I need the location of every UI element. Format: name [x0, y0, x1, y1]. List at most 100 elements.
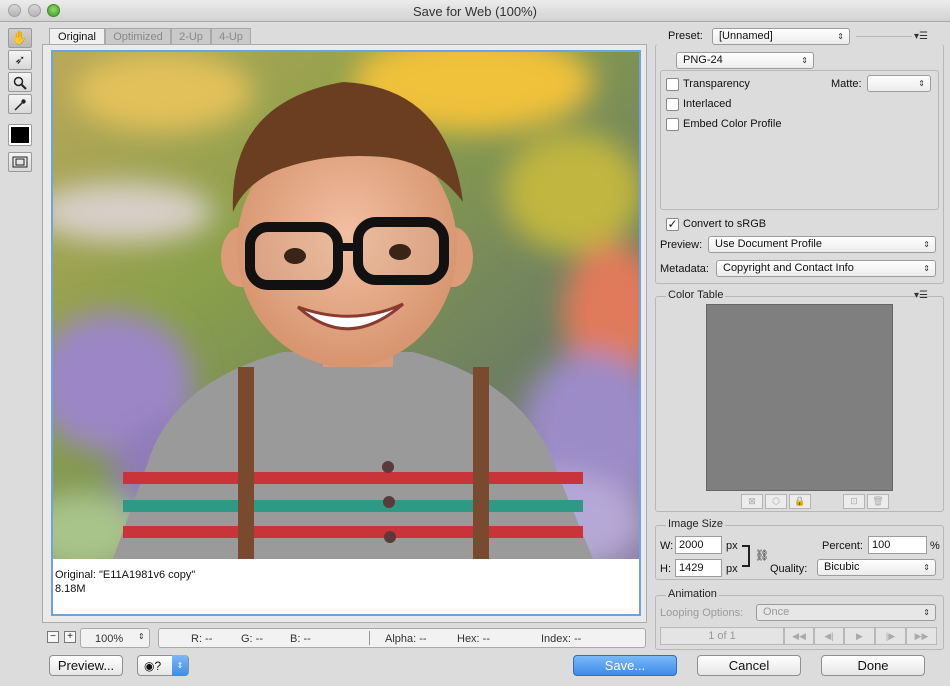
percent-unit: % [930, 540, 940, 552]
slice-select-icon: ➶ [14, 52, 26, 67]
eyedropper-tool[interactable] [8, 94, 32, 114]
play-button[interactable]: ▶ [844, 627, 875, 645]
index-value: Index: -- [541, 633, 582, 645]
zoom-out-button[interactable]: − [47, 631, 59, 643]
transparency-label: Transparency [683, 78, 750, 90]
hand-icon: ✋ [11, 30, 29, 45]
title-bar: Save for Web (100%) [0, 0, 950, 22]
add-color-button[interactable]: ⊡ [843, 494, 865, 509]
preview-button[interactable]: Preview... [49, 655, 123, 676]
toggle-slices-visibility[interactable] [8, 152, 32, 172]
minus-icon: − [50, 631, 56, 642]
zoom-tool[interactable] [8, 72, 32, 92]
height-unit: px [726, 563, 738, 575]
animation-label: Animation [666, 588, 719, 600]
checkmark-icon: ✓ [667, 217, 678, 231]
preview-profile-select[interactable]: Use Document Profile ⇕ [708, 236, 936, 253]
cube-icon: ⬡ [772, 496, 780, 506]
metadata-value: Copyright and Contact Info [723, 262, 854, 274]
previous-frame-button[interactable]: ◀| [814, 627, 844, 645]
hand-tool[interactable]: ✋ [8, 28, 32, 48]
image-info: Original: "E11A1981v6 copy" 8.18M [55, 568, 195, 596]
hex-value: Hex: -- [457, 633, 490, 645]
eyedropper-icon [14, 99, 26, 111]
stepper-icon: ⇕ [923, 608, 930, 617]
color-table-menu-icon[interactable]: ▾☰ [914, 290, 928, 301]
preview-browser-select[interactable]: ◉? ⇕ [137, 655, 189, 676]
tab-optimized[interactable]: Optimized [105, 28, 171, 44]
height-input[interactable]: 1429 [675, 559, 722, 577]
play-icon: ▶ [856, 631, 863, 641]
matte-select[interactable]: ⇕ [867, 75, 931, 92]
done-button[interactable]: Done [821, 655, 925, 676]
map-to-transparent-button[interactable]: ⊠ [741, 494, 763, 509]
color-table-toolbar: ⊠ ⬡ 🔒 ⊡ 🗑 [741, 494, 893, 509]
quality-value: Bicubic [824, 561, 860, 573]
last-frame-button[interactable]: ▶▶ [906, 627, 937, 645]
embed-color-profile-label: Embed Color Profile [683, 118, 782, 130]
looping-options-value: Once [763, 606, 790, 618]
next-frame-icon: |▶ [885, 631, 896, 641]
green-value: G: -- [241, 633, 263, 645]
color-swatch [11, 127, 29, 143]
cancel-button[interactable]: Cancel [697, 655, 801, 676]
link-icon[interactable]: ⛓ [755, 549, 769, 562]
image-file-size: 8.18M [55, 583, 86, 595]
convert-srgb-checkbox[interactable]: ✓ [666, 218, 679, 231]
file-format-select[interactable]: PNG-24 ⇕ [676, 52, 814, 69]
web-snap-button[interactable]: ⬡ [765, 494, 787, 509]
first-frame-icon: ◀◀ [792, 631, 806, 641]
magnifier-icon [13, 76, 27, 90]
metadata-label: Metadata: [660, 263, 709, 275]
metadata-select[interactable]: Copyright and Contact Info ⇕ [716, 260, 936, 277]
matte-label: Matte: [831, 78, 862, 90]
tab-4-up[interactable]: 4-Up [211, 28, 251, 44]
width-unit: px [726, 540, 738, 552]
save-button[interactable]: Save... [573, 655, 677, 676]
embed-color-profile-checkbox[interactable] [666, 118, 679, 131]
browser-select-arrows: ⇕ [172, 655, 188, 676]
quality-label: Quality: [770, 563, 808, 575]
zoom-in-button[interactable]: + [64, 631, 76, 643]
stepper-icon: ⇕ [923, 240, 930, 249]
stepper-icon: ⇕ [837, 32, 844, 41]
save-for-web-window: Save for Web (100%) ✋ ➶ Original Optimiz… [0, 0, 950, 686]
percent-input[interactable]: 100 [868, 536, 927, 554]
settings-menu-icon[interactable]: ▾☰ [914, 31, 928, 42]
preview-profile-label: Preview: [660, 239, 703, 251]
interlaced-checkbox[interactable] [666, 98, 679, 111]
slice-select-tool[interactable]: ➶ [8, 50, 32, 70]
photo-boy-glasses [53, 52, 639, 559]
last-frame-icon: ▶▶ [914, 631, 929, 641]
preset-label: Preset: [668, 30, 703, 42]
zoom-level-select[interactable]: 100% ⇕ [80, 628, 150, 648]
first-frame-button[interactable]: ◀◀ [784, 627, 814, 645]
image-name: Original: "E11A1981v6 copy" [55, 569, 196, 581]
slices-visibility-icon [12, 156, 28, 168]
next-frame-button[interactable]: |▶ [875, 627, 906, 645]
quality-select[interactable]: Bicubic ⇕ [817, 559, 936, 576]
tab-2-up[interactable]: 2-Up [171, 28, 211, 44]
percent-label: Percent: [822, 540, 863, 552]
convert-srgb-label: Convert to sRGB [683, 218, 767, 230]
lock-color-button[interactable]: 🔒 [789, 494, 811, 509]
transparency-checkbox[interactable] [666, 78, 679, 91]
looping-options-select[interactable]: Once ⇕ [756, 604, 936, 621]
preset-select[interactable]: [Unnamed] ⇕ [712, 28, 850, 45]
width-label: W: [660, 540, 674, 552]
browser-icon: ◉? [144, 659, 162, 673]
eyedropper-color-swatch[interactable] [8, 124, 32, 146]
tab-original[interactable]: Original [49, 28, 105, 44]
new-color-icon: ⊡ [850, 496, 858, 506]
stepper-icon: ⇕ [923, 563, 930, 572]
alpha-value: Alpha: -- [385, 633, 427, 645]
preview-profile-value: Use Document Profile [715, 238, 822, 250]
lock-icon: 🔒 [794, 496, 806, 506]
previous-frame-icon: ◀| [824, 631, 834, 641]
delete-color-button[interactable]: 🗑 [867, 494, 889, 509]
looping-options-label: Looping Options: [660, 607, 744, 619]
stepper-icon: ⇕ [923, 264, 930, 273]
blue-value: B: -- [290, 633, 311, 645]
width-input[interactable]: 2000 [675, 536, 722, 554]
preview-image[interactable] [53, 52, 639, 559]
